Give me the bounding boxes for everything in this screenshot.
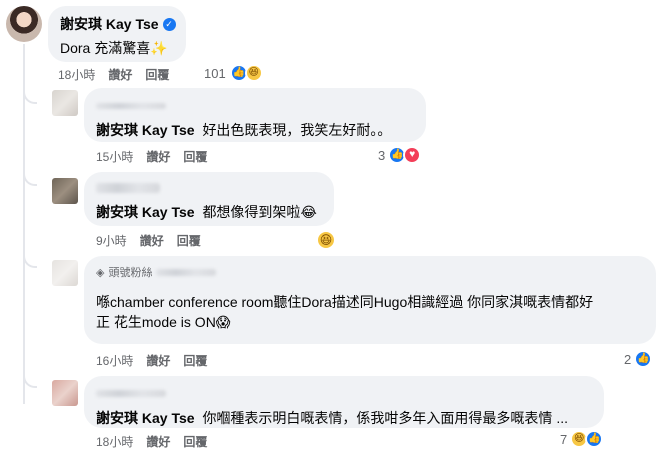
reaction-count: 7 bbox=[560, 431, 568, 447]
reply-meta: 18小時 讚好 回覆 bbox=[96, 433, 207, 450]
blurred-name bbox=[96, 183, 160, 193]
reply-button[interactable]: 回覆 bbox=[183, 148, 207, 165]
timestamp[interactable]: 9小時 bbox=[96, 232, 127, 249]
avatar-blurred[interactable] bbox=[52, 380, 78, 406]
reaction-count: 101 bbox=[204, 65, 226, 81]
timestamp[interactable]: 18小時 bbox=[58, 66, 95, 83]
reaction-summary[interactable]: 101 👍 😆 bbox=[204, 64, 263, 82]
timestamp[interactable]: 18小時 bbox=[96, 433, 133, 450]
comment-bubble: 謝安琪 Kay Tse ✓ Dora 充滿驚喜✨ bbox=[48, 6, 186, 62]
avatar-blurred[interactable] bbox=[52, 260, 78, 286]
avatar[interactable] bbox=[6, 6, 42, 42]
sparkle-emoji: ✨ bbox=[150, 40, 168, 56]
reply-author[interactable]: 謝安琪 Kay Tse bbox=[96, 120, 195, 140]
thread-curve bbox=[23, 254, 37, 268]
reply-bubble: 謝安琪 Kay Tse 好出色既表現，我笑左好耐。。 bbox=[84, 88, 426, 142]
verified-icon: ✓ bbox=[162, 17, 176, 31]
blurred-name bbox=[156, 268, 217, 276]
reply-bubble: 謝安琪 Kay Tse 你嗰種表示明白嘅表情，係我咁多年入面用得最多嘅表情 ..… bbox=[84, 376, 604, 428]
top-fan-badge: ◈ 頭號粉絲 bbox=[96, 264, 644, 280]
reaction-summary[interactable]: 2 👍 bbox=[624, 350, 653, 368]
love-reaction-icon: ♥ bbox=[403, 146, 422, 164]
like-button[interactable]: 讚好 bbox=[108, 66, 132, 83]
comment-meta: 18小時 讚好 回覆 bbox=[58, 66, 169, 83]
comment-author[interactable]: 謝安琪 Kay Tse ✓ bbox=[60, 14, 176, 34]
comment-text: Dora 充滿驚喜✨ bbox=[60, 40, 168, 56]
like-reaction-icon: 👍 bbox=[634, 350, 653, 368]
reply-text: 喺chamber conference room聽住Dora描述同Hugo相識經… bbox=[96, 294, 594, 330]
reaction-summary[interactable]: 3 👍 ♥ bbox=[378, 146, 422, 164]
reply-button[interactable]: 回覆 bbox=[145, 66, 169, 83]
like-reaction-icon: 👍 bbox=[585, 430, 604, 448]
reply-text: 謝安琪 Kay Tse 好出色既表現，我笑左好耐。。 bbox=[96, 120, 392, 140]
reply-button[interactable]: 回覆 bbox=[183, 352, 207, 369]
shocked-emoji: 😱 bbox=[215, 314, 231, 330]
haha-reaction-icon: 😆 bbox=[316, 230, 336, 250]
blurred-name bbox=[96, 103, 166, 109]
reply-bubble: ◈ 頭號粉絲 喺chamber conference room聽住Dora描述同… bbox=[84, 256, 656, 344]
reply-button[interactable]: 回覆 bbox=[177, 232, 201, 249]
author-name[interactable]: 謝安琪 Kay Tse bbox=[60, 14, 159, 34]
timestamp[interactable]: 15小時 bbox=[96, 148, 133, 165]
reply-meta: 16小時 讚好 回覆 bbox=[96, 352, 207, 369]
reply-button[interactable]: 回覆 bbox=[183, 433, 207, 450]
timestamp[interactable]: 16小時 bbox=[96, 352, 133, 369]
reaction-summary[interactable]: 7 😆 👍 bbox=[560, 430, 604, 448]
reaction-summary[interactable]: 😆 bbox=[316, 230, 336, 250]
like-button[interactable]: 讚好 bbox=[146, 148, 170, 165]
reaction-count: 2 bbox=[624, 351, 632, 367]
blurred-name bbox=[96, 390, 166, 397]
thread-curve bbox=[23, 172, 37, 186]
reply-meta: 15小時 讚好 回覆 bbox=[96, 148, 207, 165]
like-button[interactable]: 讚好 bbox=[146, 352, 170, 369]
diamond-icon: ◈ bbox=[96, 266, 105, 279]
reply-text: 謝安琪 Kay Tse 都想像得到架啦😂 bbox=[96, 202, 317, 222]
like-button[interactable]: 讚好 bbox=[140, 232, 164, 249]
avatar-blurred[interactable] bbox=[52, 90, 78, 116]
haha-reaction-icon: 😆 bbox=[244, 64, 263, 82]
reaction-count: 3 bbox=[378, 147, 386, 163]
reply-author[interactable]: 謝安琪 Kay Tse bbox=[96, 202, 195, 222]
reply-bubble: 謝安琪 Kay Tse 都想像得到架啦😂 bbox=[84, 172, 334, 226]
reply-text: 謝安琪 Kay Tse 你嗰種表示明白嘅表情，係我咁多年入面用得最多嘅表情 ..… bbox=[96, 408, 568, 428]
reply-meta: 9小時 讚好 回覆 bbox=[96, 232, 201, 249]
thread-curve bbox=[23, 90, 37, 104]
thread-curve bbox=[23, 374, 37, 388]
like-button[interactable]: 讚好 bbox=[146, 433, 170, 450]
reply-author[interactable]: 謝安琪 Kay Tse bbox=[96, 408, 195, 428]
avatar-blurred[interactable] bbox=[52, 178, 78, 204]
laughing-emoji: 😂 bbox=[300, 204, 317, 220]
